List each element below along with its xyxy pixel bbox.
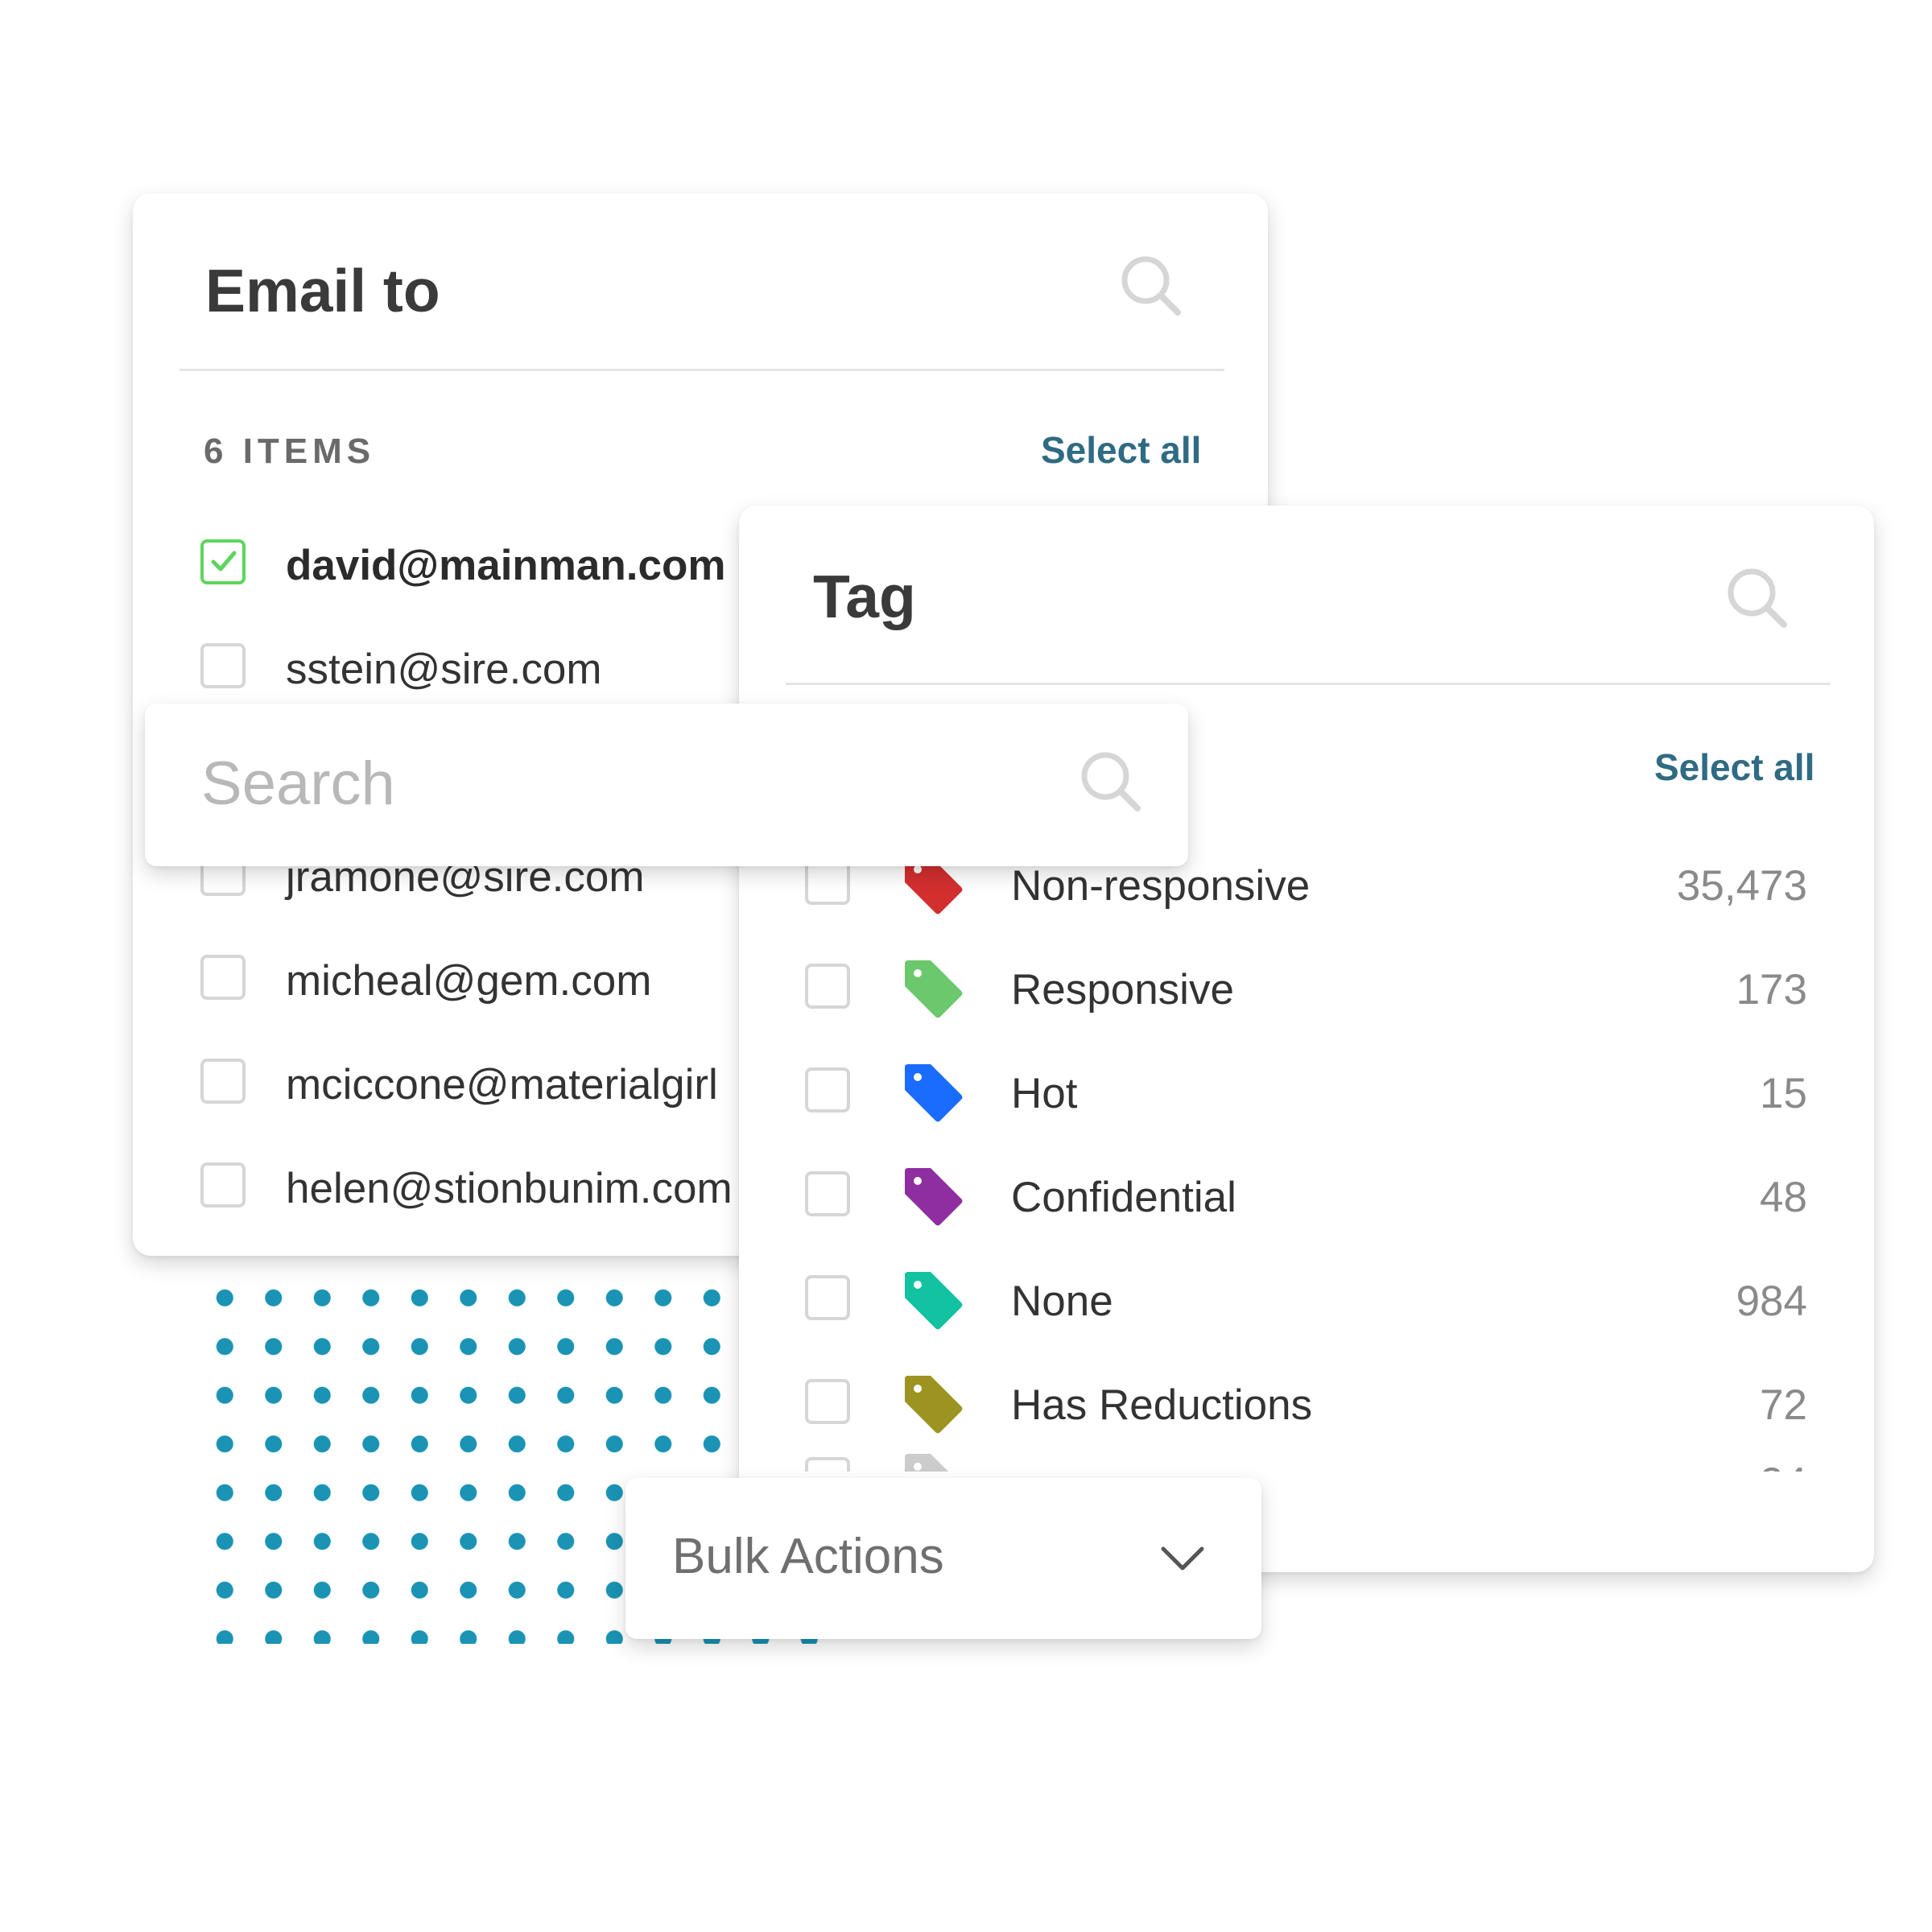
tag-count: 15 [1760, 1070, 1807, 1117]
search-icon[interactable] [1115, 250, 1187, 322]
tag-icon [905, 1376, 963, 1434]
tag-icon [905, 1454, 948, 1472]
email-checkbox[interactable] [200, 1059, 246, 1104]
email-select-all-link[interactable]: Select all [1041, 428, 1201, 472]
email-panel-title: Email to [205, 257, 440, 324]
tag-label: Confidential [1011, 1174, 1236, 1221]
tag-row[interactable]: 24 [739, 1454, 1874, 1472]
tag-list: Non-responsive 35,473 Responsive 173 Hot… [739, 860, 1874, 1472]
tag-checkbox[interactable] [805, 1379, 850, 1424]
tag-count: 173 [1736, 966, 1807, 1013]
tag-checkbox[interactable] [805, 1067, 850, 1113]
check-icon [211, 551, 237, 572]
tag-row[interactable]: Non-responsive 35,473 [739, 860, 1874, 964]
email-checkbox[interactable] [200, 1162, 246, 1208]
bulk-actions-label: Bulk Actions [672, 1529, 944, 1584]
tag-select-all-link[interactable]: Select all [1654, 745, 1814, 789]
tag-row[interactable]: Hot 15 [739, 1064, 1874, 1171]
tag-count: 35,473 [1676, 862, 1807, 910]
bulk-actions-dropdown[interactable]: Bulk Actions [625, 1478, 1261, 1639]
tag-label: Non-responsive [1011, 862, 1311, 910]
tag-checkbox[interactable] [805, 860, 850, 905]
search-bar [145, 704, 1188, 866]
tag-row[interactable]: Responsive 173 [739, 960, 1874, 1067]
search-input[interactable] [201, 739, 1046, 828]
email-address: helen@stionbunim.com [286, 1165, 733, 1212]
email-address: david@mainman.com [286, 542, 726, 589]
tag-icon [905, 1168, 963, 1226]
tag-label: Hot [1011, 1070, 1078, 1117]
email-address: sstein@sire.com [286, 646, 602, 693]
tag-label: Responsive [1011, 966, 1234, 1013]
tag-panel-divider [786, 683, 1831, 685]
tag-panel-title: Tag [813, 563, 916, 630]
chevron-down-icon [1161, 1546, 1204, 1571]
tag-checkbox[interactable] [805, 1171, 850, 1216]
tag-icon [905, 1272, 963, 1330]
tag-label: Has Reductions [1011, 1381, 1313, 1429]
tag-checkbox[interactable] [805, 964, 850, 1009]
item-count-label: 6 ITEMS [204, 431, 376, 471]
email-panel-divider [180, 369, 1224, 371]
email-checkbox[interactable] [200, 539, 246, 584]
email-address: micheal@gem.com [286, 957, 652, 1005]
tag-count: 48 [1760, 1174, 1807, 1221]
email-address: mciccone@materialgirl [286, 1061, 718, 1108]
email-checkbox[interactable] [200, 643, 246, 688]
tag-icon [905, 1064, 963, 1122]
tag-row[interactable]: Confidential 48 [739, 1168, 1874, 1275]
tag-count: 24 [1760, 1459, 1807, 1472]
search-icon[interactable] [1075, 745, 1147, 818]
tag-count: 984 [1736, 1278, 1807, 1325]
tag-row[interactable]: None 984 [739, 1272, 1874, 1379]
tag-checkbox[interactable] [805, 1275, 850, 1320]
search-icon[interactable] [1721, 562, 1794, 634]
tag-checkbox[interactable] [805, 1457, 850, 1472]
tag-icon [905, 960, 963, 1018]
email-checkbox[interactable] [200, 955, 246, 1000]
tag-label: None [1011, 1278, 1113, 1325]
tag-panel: Tag Select all Non-responsive 35,473 Res… [739, 506, 1874, 1572]
tag-count: 72 [1760, 1381, 1807, 1429]
tag-icon [905, 860, 963, 914]
